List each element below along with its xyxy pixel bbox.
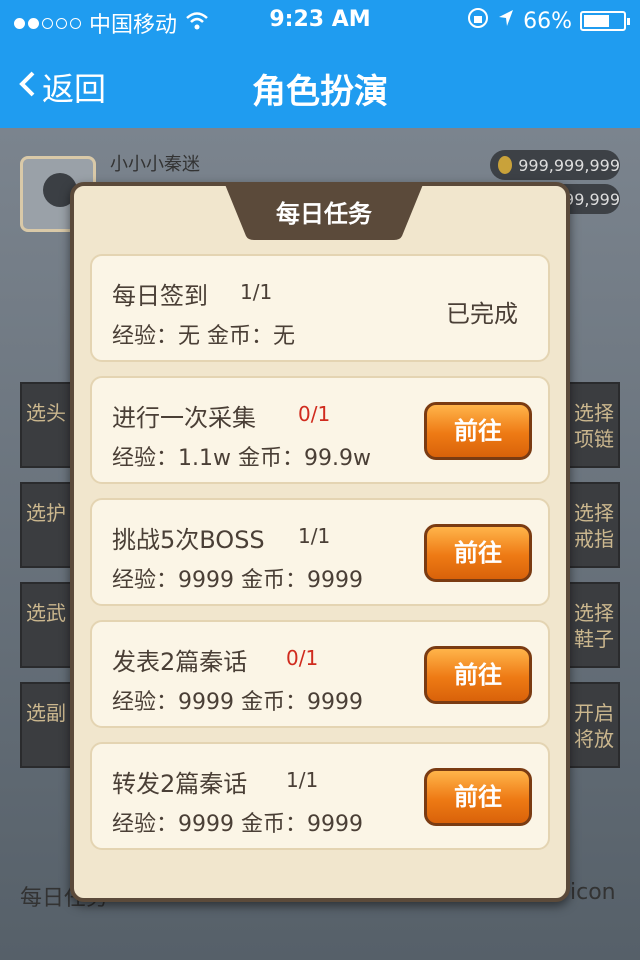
equip-slot-left-2[interactable]: 选护 (20, 482, 72, 568)
battery-icon (580, 11, 630, 31)
go-button[interactable]: 前往 (424, 646, 532, 704)
go-button[interactable]: 前往 (424, 524, 532, 582)
equip-slot-right-1[interactable]: 选择项链 (568, 382, 620, 468)
task-name: 进行一次采集 (112, 404, 256, 432)
dialog-title-tab: 每日任务 (224, 182, 424, 240)
location-arrow-icon (497, 8, 515, 34)
equip-slot-right-3[interactable]: 选择鞋子 (568, 582, 620, 668)
task-progress: 1/1 (240, 280, 273, 304)
task-name: 发表2篇秦话 (112, 648, 248, 676)
dialog-title: 每日任务 (276, 200, 372, 228)
player-name: 小小小秦迷 (110, 154, 200, 175)
task-rewards: 经验：无 金币：无 (112, 324, 295, 349)
coin-icon (498, 156, 513, 174)
status-bar: 中国移动 9:23 AM 66% (0, 0, 640, 40)
icon-entry[interactable]: icon (570, 880, 616, 905)
task-card: 发表2篇秦话 0/1 经验：9999 金币：9999 前往 (90, 620, 550, 728)
go-button[interactable]: 前往 (424, 402, 532, 460)
task-rewards: 经验：9999 金币：9999 (112, 690, 363, 715)
equip-slot-right-4[interactable]: 开启将放 (568, 682, 620, 768)
task-rewards: 经验：9999 金币：9999 (112, 812, 363, 837)
equip-slot-left-3[interactable]: 选武 (20, 582, 72, 668)
task-rewards: 经验：1.1w 金币：99.9w (112, 446, 371, 471)
task-progress: 1/1 (298, 524, 331, 548)
task-name: 每日签到 (112, 282, 208, 310)
task-rewards: 经验：9999 金币：9999 (112, 568, 363, 593)
task-name: 转发2篇秦话 (112, 770, 248, 798)
top-bar: 中国移动 9:23 AM 66% 返回 角色扮演 (0, 0, 640, 128)
equip-slot-left-4[interactable]: 选副 (20, 682, 72, 768)
go-button[interactable]: 前往 (424, 768, 532, 826)
task-name: 挑战5次BOSS (112, 526, 265, 554)
coin-value: 999,999,999 (518, 155, 620, 175)
task-progress: 0/1 (298, 402, 331, 426)
task-progress: 0/1 (286, 646, 319, 670)
page-title: 角色扮演 (252, 72, 388, 112)
task-card: 进行一次采集 0/1 经验：1.1w 金币：99.9w 前往 (90, 376, 550, 484)
rotation-lock-icon (467, 7, 489, 35)
equip-slot-right-2[interactable]: 选择戒指 (568, 482, 620, 568)
task-status: 已完成 (446, 300, 518, 328)
coin-balance: 999,999,999 (490, 150, 620, 180)
battery-percent: 66% (523, 8, 572, 34)
nav-bar: 返回 角色扮演 (0, 40, 640, 128)
equip-slot-left-1[interactable]: 选头 (20, 382, 72, 468)
task-progress: 1/1 (286, 768, 319, 792)
daily-tasks-dialog: 每日任务 每日签到 1/1 经验：无 金币：无 已完成 进行一次采集 0/1 经… (70, 182, 570, 902)
status-right: 66% (467, 7, 630, 35)
task-card: 转发2篇秦话 1/1 经验：9999 金币：9999 前往 (90, 742, 550, 850)
task-card: 每日签到 1/1 经验：无 金币：无 已完成 (90, 254, 550, 362)
task-card: 挑战5次BOSS 1/1 经验：9999 金币：9999 前往 (90, 498, 550, 606)
